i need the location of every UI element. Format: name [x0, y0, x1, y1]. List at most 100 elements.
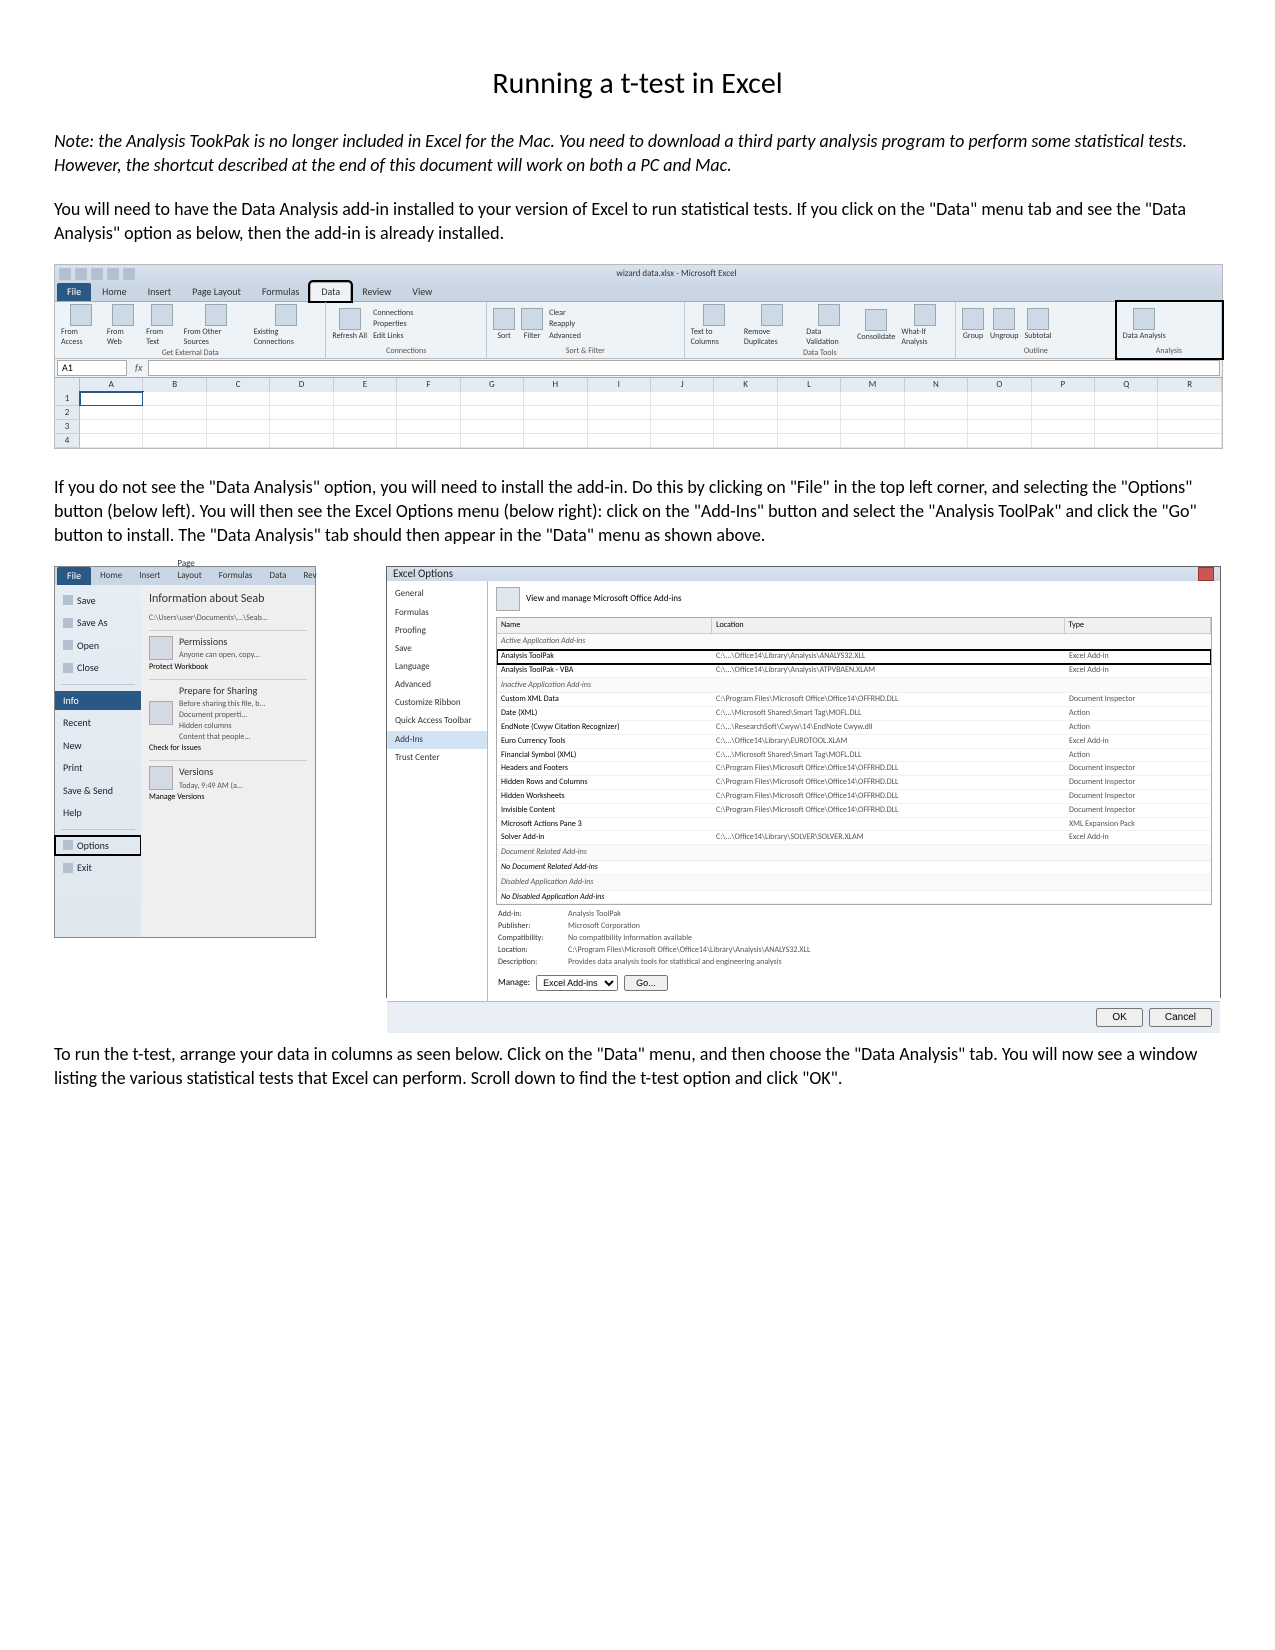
prepare-sub: Before sharing this file, b...	[179, 699, 266, 710]
sort-button[interactable]: Sort	[493, 308, 515, 342]
file-info[interactable]: Info	[55, 691, 141, 711]
ungroup-button[interactable]: Ungroup	[990, 308, 1018, 342]
opt-advanced[interactable]: Advanced	[387, 676, 487, 694]
edit-links-link[interactable]: Edit Links	[373, 331, 413, 342]
file-tab[interactable]: File	[57, 283, 91, 301]
column-headers: ABCDEFGHIJKLMNOPQR	[55, 377, 1222, 392]
file-save-as[interactable]: Save As	[55, 613, 141, 633]
addin-row[interactable]: EndNote (Cwyw Citation Recognizer)C:\...…	[497, 721, 1211, 735]
clear-link[interactable]: Clear	[549, 308, 581, 319]
fx-icon[interactable]: fx	[129, 361, 148, 375]
opt-proofing[interactable]: Proofing	[387, 622, 487, 640]
opt-language[interactable]: Language	[387, 658, 487, 676]
data-analysis-button[interactable]: Data Analysis	[1123, 308, 1166, 342]
from-web-button[interactable]: From Web	[107, 304, 140, 349]
properties-link[interactable]: Properties	[373, 319, 413, 330]
advanced-link[interactable]: Advanced	[549, 331, 581, 342]
filter-button[interactable]: Filter	[521, 308, 543, 342]
opt-qat[interactable]: Quick Access Toolbar	[387, 712, 487, 730]
group-connections: Connections	[332, 346, 480, 358]
ok-button[interactable]: OK	[1096, 1008, 1142, 1027]
info-path: C:\Users\user\Documents\...\Seab...	[149, 613, 307, 624]
refresh-all-button[interactable]: Refresh All	[332, 308, 367, 342]
from-other-button[interactable]: From Other Sources	[184, 304, 248, 349]
opt-customize-ribbon[interactable]: Customize Ribbon	[387, 694, 487, 712]
cancel-button[interactable]: Cancel	[1149, 1008, 1212, 1027]
file-options[interactable]: Options	[55, 836, 141, 856]
check-for-issues-icon[interactable]	[149, 701, 173, 725]
tab-insert-2[interactable]: Insert	[131, 568, 168, 584]
reapply-link[interactable]: Reapply	[549, 319, 581, 330]
addin-row[interactable]: Analysis ToolPak - VBAC:\...\Office14\Li…	[497, 664, 1211, 678]
tab-review-2[interactable]: Rev	[295, 568, 324, 584]
file-recent[interactable]: Recent	[55, 713, 141, 733]
opt-addins[interactable]: Add-Ins	[387, 731, 487, 749]
close-icon[interactable]	[1198, 567, 1214, 581]
spreadsheet-grid[interactable]: 1 2 3 4	[55, 392, 1222, 448]
file-open[interactable]: Open	[55, 636, 141, 656]
file-tab-2[interactable]: File	[57, 567, 91, 585]
note-text: Note: the Analysis TookPak is no longer …	[54, 129, 1221, 178]
exit-icon	[63, 863, 73, 873]
opt-save[interactable]: Save	[387, 640, 487, 658]
tab-data-2[interactable]: Data	[261, 568, 294, 584]
prep-b1: Document properti...	[179, 710, 266, 721]
protect-workbook-icon[interactable]	[149, 636, 173, 660]
opt-general[interactable]: General	[387, 585, 487, 603]
addin-row[interactable]: Hidden WorksheetsC:\Program Files\Micros…	[497, 790, 1211, 804]
data-validation-button[interactable]: Data Validation	[806, 304, 851, 349]
from-text-button[interactable]: From Text	[146, 304, 178, 349]
whatif-button[interactable]: What-If Analysis	[901, 304, 949, 349]
remove-dup-button[interactable]: Remove Duplicates	[744, 304, 800, 349]
addin-row[interactable]: Invisible ContentC:\Program Files\Micros…	[497, 804, 1211, 818]
manage-versions-icon[interactable]	[149, 766, 173, 790]
tab-page-layout-2[interactable]: Page Layout	[169, 556, 209, 584]
tab-home[interactable]: Home	[92, 283, 136, 301]
go-button[interactable]: Go...	[624, 975, 668, 991]
tab-review[interactable]: Review	[352, 283, 401, 301]
group-button[interactable]: Group	[962, 308, 984, 342]
addins-table[interactable]: Name Location Type Active Application Ad…	[496, 617, 1212, 905]
file-help[interactable]: Help	[55, 803, 141, 823]
group-analysis: Analysis	[1123, 346, 1215, 358]
addin-none-row: No Disabled Application Add-ins	[497, 891, 1211, 905]
name-box[interactable]: A1	[57, 360, 127, 376]
addin-row[interactable]: Custom XML DataC:\Program Files\Microsof…	[497, 693, 1211, 707]
info-title: Information about Seab	[149, 591, 307, 607]
addin-row[interactable]: Financial Symbol (XML)C:\...\Microsoft S…	[497, 749, 1211, 763]
tab-insert[interactable]: Insert	[138, 283, 182, 301]
tab-home-2[interactable]: Home	[92, 568, 130, 584]
tab-formulas[interactable]: Formulas	[252, 283, 309, 301]
opt-trust-center[interactable]: Trust Center	[387, 749, 487, 767]
tab-data[interactable]: Data	[310, 282, 351, 301]
file-close[interactable]: Close	[55, 658, 141, 678]
connections-link[interactable]: Connections	[373, 308, 413, 319]
consolidate-button[interactable]: Consolidate	[857, 309, 895, 343]
addin-row[interactable]: Hidden Rows and ColumnsC:\Program Files\…	[497, 776, 1211, 790]
protect-workbook-label: Protect Workbook	[149, 662, 307, 673]
text-to-columns-button[interactable]: Text to Columns	[691, 304, 738, 349]
subtotal-button[interactable]: Subtotal	[1024, 308, 1051, 342]
prep-b2: Hidden columns	[179, 721, 266, 732]
existing-conn-button[interactable]: Existing Connections	[254, 304, 320, 349]
tab-page-layout[interactable]: Page Layout	[182, 283, 251, 301]
from-access-button[interactable]: From Access	[61, 304, 101, 349]
file-new[interactable]: New	[55, 736, 141, 756]
addin-row[interactable]: Solver Add-inC:\...\Office14\Library\SOL…	[497, 831, 1211, 845]
addin-row[interactable]: Date (XML)C:\...\Microsoft Shared\Smart …	[497, 707, 1211, 721]
addin-row[interactable]: Euro Currency ToolsC:\...\Office14\Libra…	[497, 735, 1211, 749]
formula-bar[interactable]	[148, 360, 1220, 376]
file-exit[interactable]: Exit	[55, 858, 141, 878]
opt-formulas[interactable]: Formulas	[387, 604, 487, 622]
addin-row[interactable]: Analysis ToolPakC:\...\Office14\Library\…	[497, 650, 1211, 664]
addin-row[interactable]: Headers and FootersC:\Program Files\Micr…	[497, 762, 1211, 776]
file-save[interactable]: Save	[55, 591, 141, 611]
addin-row[interactable]: Microsoft Actions Pane 3XML Expansion Pa…	[497, 818, 1211, 832]
file-print[interactable]: Print	[55, 758, 141, 778]
manage-select[interactable]: Excel Add-ins	[536, 975, 618, 991]
group-external-data: Get External Data	[61, 348, 319, 360]
file-save-send[interactable]: Save & Send	[55, 781, 141, 801]
tab-formulas-2[interactable]: Formulas	[211, 568, 261, 584]
tab-view[interactable]: View	[402, 283, 442, 301]
paragraph-3: To run the t-test, arrange your data in …	[54, 1042, 1221, 1091]
